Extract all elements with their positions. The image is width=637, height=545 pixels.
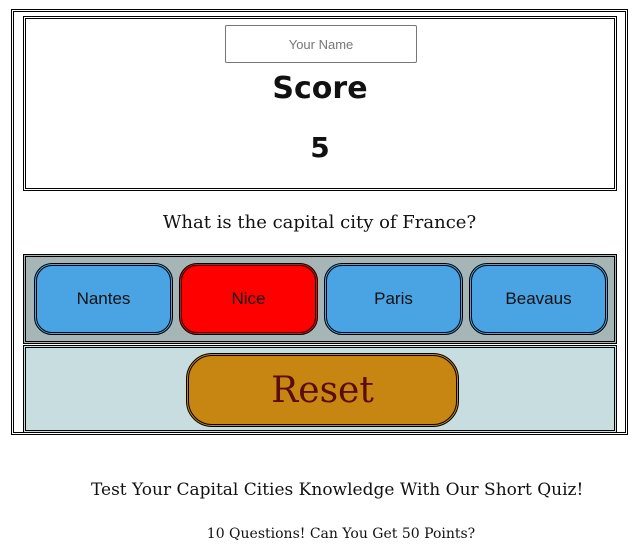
reset-panel: Reset: [23, 345, 617, 433]
answer-button-3[interactable]: Paris: [324, 263, 463, 335]
answers-panel: Nantes Nice Paris Beavaus: [23, 254, 617, 344]
quiz-container: Score 5 What is the capital city of Fran…: [11, 9, 628, 435]
score-value: 5: [310, 131, 330, 164]
tagline: Test Your Capital Cities Knowledge With …: [91, 480, 584, 500]
answer-button-1[interactable]: Nantes: [34, 263, 173, 335]
answer-button-4[interactable]: Beavaus: [469, 263, 608, 335]
question-text: What is the capital city of France?: [162, 212, 477, 233]
name-input[interactable]: [225, 25, 417, 63]
score-label: Score: [272, 71, 368, 106]
reset-button[interactable]: Reset: [186, 353, 459, 427]
subline: 10 Questions! Can You Get 50 Points?: [206, 526, 476, 542]
answer-button-2[interactable]: Nice: [179, 263, 318, 335]
score-panel: Score 5: [23, 16, 617, 191]
